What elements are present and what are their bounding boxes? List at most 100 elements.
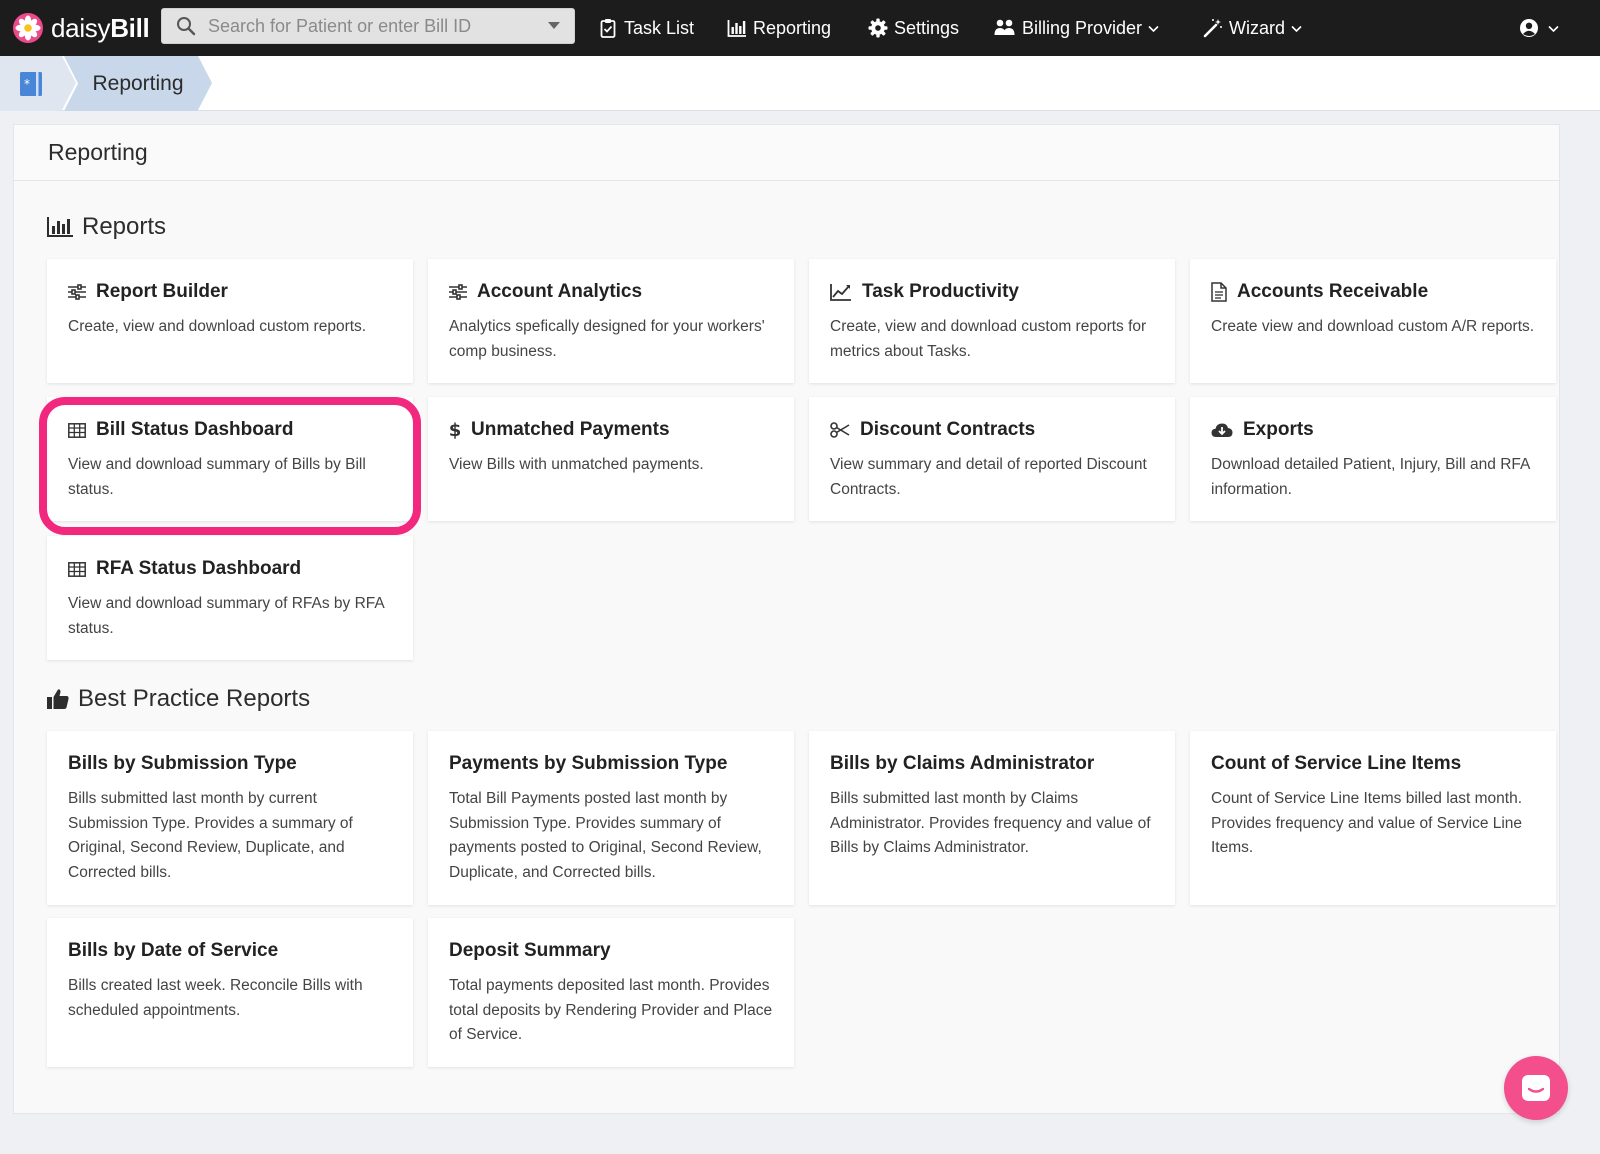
- report-card-report-builder[interactable]: Report Builder Create, view and download…: [47, 259, 413, 383]
- card-title-label: Bills by Submission Type: [68, 753, 297, 774]
- report-card-rfa-status-dashboard[interactable]: RFA Status Dashboard View and download s…: [47, 536, 413, 660]
- best-practice-card-count-of-service-line-items[interactable]: Count of Service Line Items Count of Ser…: [1190, 731, 1556, 905]
- card-description: Analytics spefically designed for your w…: [449, 318, 765, 360]
- nav-settings-label: Settings: [894, 17, 960, 38]
- card-description: Bills submitted last month by current Su…: [68, 790, 353, 881]
- clipboard-check-icon: [600, 19, 616, 38]
- svg-text:$: $: [449, 420, 461, 440]
- dollar-icon: $: [449, 420, 461, 440]
- chevron-down-icon: [1548, 25, 1559, 32]
- search-input[interactable]: [208, 15, 548, 37]
- card-title-label: Bills by Date of Service: [68, 940, 279, 961]
- nav-reporting[interactable]: Reporting: [727, 0, 831, 56]
- card-title-label: RFA Status Dashboard: [96, 558, 302, 579]
- card-title: Task Productivity: [830, 281, 1019, 303]
- report-card-unmatched-payments[interactable]: $ Unmatched Payments View Bills with unm…: [428, 397, 794, 521]
- card-title: Bills by Submission Type: [68, 753, 297, 775]
- bar-chart-icon: [47, 217, 73, 237]
- card-title-label: Exports: [1243, 419, 1314, 440]
- nav-settings[interactable]: Settings: [868, 0, 959, 56]
- caret-down-icon[interactable]: [548, 22, 560, 30]
- card-title: Exports: [1211, 419, 1314, 441]
- card-title-label: Payments by Submission Type: [449, 753, 728, 774]
- gear-icon: [868, 18, 888, 38]
- report-card-discount-contracts[interactable]: Discount Contracts View summary and deta…: [809, 397, 1175, 521]
- breadcrumb-current-label: Reporting: [92, 71, 184, 95]
- nav-task-list-label: Task List: [624, 17, 695, 38]
- sliders-icon: [68, 284, 86, 300]
- breadcrumb-current[interactable]: Reporting: [64, 56, 198, 111]
- card-title-label: Bill Status Dashboard: [96, 419, 294, 440]
- top-navbar: daisyBill Task List Reporting: [0, 0, 1600, 56]
- card-title: Report Builder: [68, 281, 228, 303]
- nav-wizard-label: Wizard: [1229, 17, 1286, 38]
- card-description: Create, view and download custom reports…: [830, 318, 1147, 360]
- card-title: Bills by Claims Administrator: [830, 753, 1094, 775]
- card-title: Bill Status Dashboard: [68, 419, 293, 441]
- card-description: View and download summary of Bills by Bi…: [68, 456, 366, 498]
- best-practice-heading-label: Best Practice Reports: [78, 685, 311, 712]
- breadcrumb-home[interactable]: *: [0, 56, 62, 111]
- table-icon: [68, 422, 86, 438]
- svg-text:*: *: [24, 77, 30, 91]
- chevron-down-icon: [1148, 25, 1159, 32]
- best-practice-section-heading: Best Practice Reports: [46, 685, 310, 713]
- card-title: Deposit Summary: [449, 940, 611, 962]
- card-description: View and download summary of RFAs by RFA…: [68, 595, 384, 637]
- nav-billing-provider-label: Billing Provider: [1022, 17, 1143, 38]
- card-description: View Bills with unmatched payments.: [449, 456, 704, 473]
- chat-icon: [1522, 1075, 1550, 1101]
- best-practice-card-deposit-summary[interactable]: Deposit Summary Total payments deposited…: [428, 918, 794, 1067]
- report-card-exports[interactable]: Exports Download detailed Patient, Injur…: [1190, 397, 1556, 521]
- line-chart-icon: [830, 284, 851, 301]
- brand-name-light: daisy: [51, 12, 111, 43]
- bar-chart-icon: [727, 20, 746, 37]
- card-title-label: Bills by Claims Administrator: [830, 753, 1095, 774]
- nav-wizard[interactable]: Wizard: [1203, 0, 1302, 56]
- breadcrumb-separator: [198, 56, 212, 110]
- card-description: Count of Service Line Items billed last …: [1211, 790, 1523, 856]
- search-icon: [177, 17, 196, 36]
- card-title-label: Discount Contracts: [860, 419, 1036, 440]
- card-title-label: Accounts Receivable: [1237, 281, 1429, 302]
- user-menu[interactable]: [1519, 0, 1559, 56]
- daisy-flower-icon: [13, 13, 43, 43]
- cloud-download-icon: [1211, 423, 1233, 437]
- card-description: Bills created last week. Reconcile Bills…: [68, 977, 363, 1019]
- brand-logo[interactable]: daisyBill: [13, 12, 150, 44]
- brand-name-bold: Bill: [110, 12, 150, 43]
- reports-heading-label: Reports: [82, 213, 167, 240]
- card-title-label: Unmatched Payments: [471, 419, 670, 440]
- chevron-down-icon: [1291, 25, 1302, 32]
- report-card-bill-status-dashboard[interactable]: Bill Status Dashboard View and download …: [47, 397, 413, 521]
- report-card-task-productivity[interactable]: Task Productivity Create, view and downl…: [809, 259, 1175, 383]
- chat-launcher-button[interactable]: [1504, 1056, 1568, 1120]
- thumbs-up-icon: [47, 689, 69, 709]
- patient-search[interactable]: [161, 8, 575, 44]
- card-title: Discount Contracts: [830, 419, 1035, 441]
- document-icon: [1211, 282, 1227, 302]
- card-title: Bills by Date of Service: [68, 940, 278, 962]
- nav-billing-provider[interactable]: Billing Provider: [994, 0, 1159, 56]
- best-practice-card-bills-by-submission-type[interactable]: Bills by Submission Type Bills submitted…: [47, 731, 413, 905]
- best-practice-card-bills-by-claims-administrator[interactable]: Bills by Claims Administrator Bills subm…: [809, 731, 1175, 905]
- breadcrumb: * Reporting: [0, 56, 1600, 111]
- card-title: $ Unmatched Payments: [449, 419, 670, 441]
- report-card-accounts-receivable[interactable]: Accounts Receivable Create view and down…: [1190, 259, 1556, 383]
- sliders-icon: [449, 284, 467, 300]
- scissors-icon: [830, 422, 850, 438]
- home-book-icon: *: [20, 71, 42, 96]
- page-title: Reporting: [14, 125, 1559, 181]
- nav-reporting-label: Reporting: [753, 17, 832, 38]
- nav-task-list[interactable]: Task List: [598, 0, 694, 56]
- card-description: Bills submitted last month by Claims Adm…: [830, 790, 1151, 856]
- card-title: Accounts Receivable: [1211, 281, 1428, 303]
- card-title: Account Analytics: [449, 281, 642, 303]
- report-card-account-analytics[interactable]: Account Analytics Analytics spefically d…: [428, 259, 794, 383]
- card-title: Count of Service Line Items: [1211, 753, 1461, 775]
- card-description: View summary and detail of reported Disc…: [830, 456, 1147, 498]
- best-practice-card-payments-by-submission-type[interactable]: Payments by Submission Type Total Bill P…: [428, 731, 794, 905]
- best-practice-card-bills-by-date-of-service[interactable]: Bills by Date of Service Bills created l…: [47, 918, 413, 1067]
- card-title: RFA Status Dashboard: [68, 558, 301, 580]
- card-title-label: Deposit Summary: [449, 940, 611, 961]
